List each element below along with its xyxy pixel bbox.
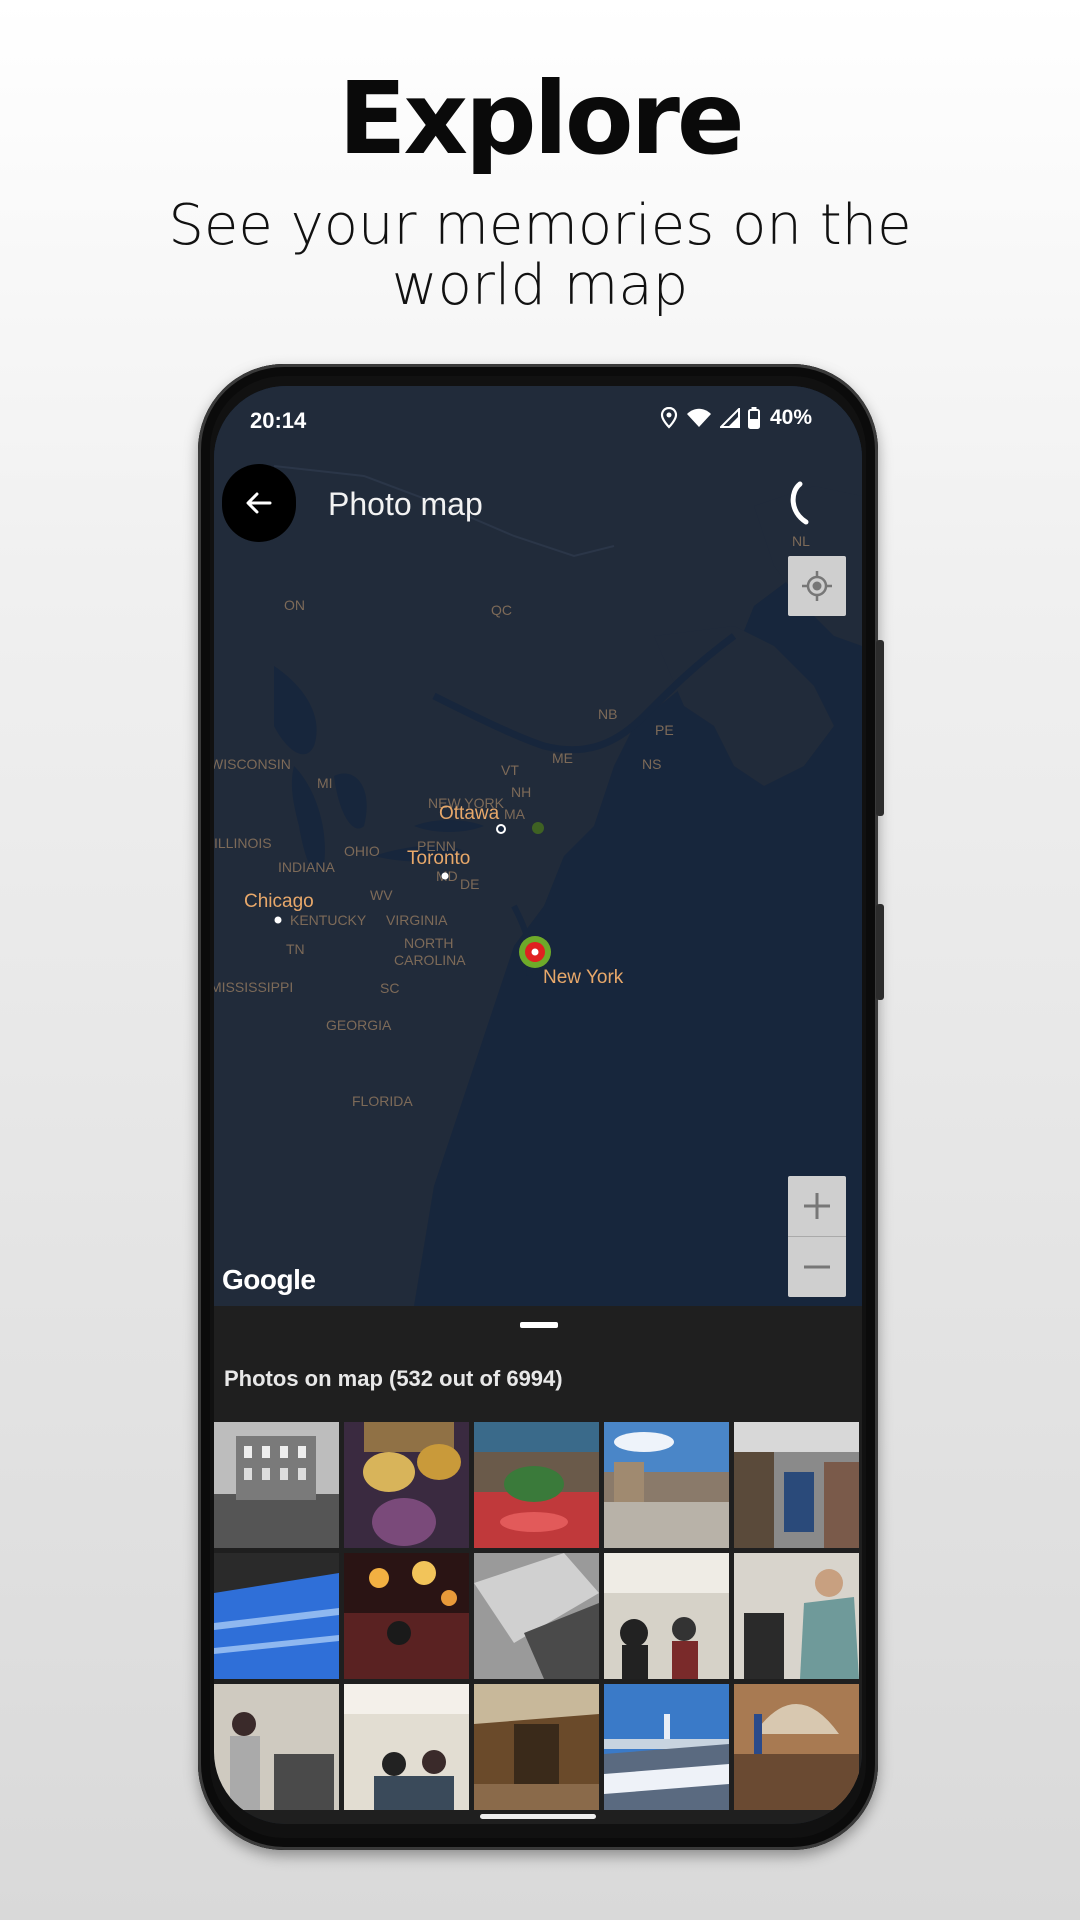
battery-icon (747, 407, 760, 429)
city-label-new-york: New York (543, 967, 624, 988)
photo-cluster-dot[interactable] (532, 822, 544, 834)
power-button (876, 640, 884, 816)
region-label: PE (655, 722, 674, 738)
photo-thumbnail[interactable] (604, 1422, 729, 1548)
region-label: CAROLINA (394, 952, 466, 968)
toronto-dot (441, 872, 449, 880)
region-label: ON (284, 597, 305, 613)
promo-subline: See your memories on the world map (168, 193, 912, 318)
region-label: OHIO (344, 843, 380, 859)
photo-image (344, 1684, 469, 1810)
city-label-ottawa: Ottawa (439, 803, 500, 824)
photo-image (474, 1553, 599, 1679)
region-label: WV (370, 887, 393, 903)
region-label: ILLINOIS (214, 835, 272, 851)
back-button[interactable] (222, 464, 296, 542)
photo-image (604, 1422, 729, 1548)
region-label: QC (491, 602, 512, 618)
photo-image (344, 1422, 469, 1548)
signal-icon (719, 408, 740, 428)
photo-thumbnail[interactable] (734, 1684, 859, 1810)
my-location-button[interactable] (788, 556, 846, 616)
crosshair-icon (802, 571, 832, 601)
zoom-in-button[interactable] (788, 1176, 846, 1237)
photo-image (734, 1684, 859, 1810)
photo-thumbnail[interactable] (344, 1553, 469, 1679)
sheet-drag-handle[interactable] (520, 1322, 558, 1328)
region-label: NS (642, 756, 661, 772)
photo-thumbnail[interactable] (734, 1422, 859, 1548)
minus-icon (804, 1265, 830, 1269)
status-icons: 40% (660, 406, 812, 430)
photo-thumbnail[interactable] (474, 1553, 599, 1679)
photo-image (474, 1684, 599, 1810)
promo-headline: Explore (338, 60, 745, 177)
region-label: NB (598, 706, 617, 722)
photo-thumbnail[interactable] (214, 1422, 339, 1548)
region-label: ME (552, 750, 573, 766)
status-bar: 20:14 40% (214, 386, 862, 456)
photos-count-title: Photos on map (532 out of 6994) (224, 1366, 563, 1391)
city-label-toronto: Toronto (407, 848, 470, 869)
photo-image (214, 1422, 339, 1548)
photo-thumbnail[interactable] (344, 1684, 469, 1810)
google-attribution: Google (222, 1264, 316, 1295)
photo-thumbnail[interactable] (474, 1684, 599, 1810)
battery-percentage: 40% (769, 406, 812, 429)
photo-thumbnail[interactable] (734, 1553, 859, 1679)
chicago-dot (274, 916, 282, 924)
loading-spinner-icon (790, 481, 809, 525)
region-label: MI (317, 775, 333, 791)
region-label: SC (380, 980, 399, 996)
photo-thumbnail[interactable] (604, 1684, 729, 1810)
region-label: NORTH (404, 935, 454, 951)
photo-image (734, 1553, 859, 1679)
region-label: WISCONSIN (214, 756, 291, 772)
ottawa-dot (496, 824, 506, 834)
location-icon (660, 407, 678, 429)
phone-frame: ON QC NL NB PE NS ME VT NH MA WISCONSIN MI NEW YORK I… (198, 364, 884, 1850)
wifi-icon (686, 408, 711, 427)
region-label: INDIANA (278, 859, 335, 875)
region-label: VT (501, 762, 519, 778)
region-label: DE (460, 876, 479, 892)
back-arrow-icon (246, 492, 272, 514)
city-label-chicago: Chicago (244, 891, 314, 912)
region-label: KENTUCKY (290, 912, 367, 928)
photo-thumbnail[interactable] (214, 1553, 339, 1679)
phone-screen: ON QC NL NB PE NS ME VT NH MA WISCONSIN MI NEW YORK I… (214, 386, 862, 1824)
photo-thumbnail[interactable] (474, 1422, 599, 1548)
photo-image (344, 1553, 469, 1679)
volume-button (876, 904, 884, 1000)
region-label: GEORGIA (326, 1017, 392, 1033)
page-title: Photo map (328, 486, 483, 522)
photo-image (474, 1422, 599, 1548)
photo-image (214, 1684, 339, 1810)
photo-image (214, 1553, 339, 1679)
home-indicator[interactable] (480, 1814, 596, 1819)
status-time: 20:14 (250, 408, 307, 433)
region-label: MISSISSIPPI (214, 979, 293, 995)
photo-image (604, 1684, 729, 1810)
photo-image (604, 1553, 729, 1679)
map-view[interactable]: ON QC NL NB PE NS ME VT NH MA WISCONSIN MI NEW YORK I… (214, 386, 862, 1306)
region-label: TN (286, 941, 305, 957)
region-label: VIRGINIA (386, 912, 448, 928)
plus-icon (804, 1193, 830, 1219)
region-label: FLORIDA (352, 1093, 413, 1109)
zoom-out-button[interactable] (788, 1237, 846, 1297)
new-york-marker-center (531, 948, 539, 956)
region-label: NH (511, 784, 531, 800)
photo-image (734, 1422, 859, 1548)
photo-thumbnail[interactable] (344, 1422, 469, 1548)
photo-thumbnail[interactable] (604, 1553, 729, 1679)
app-bar: Photo map (214, 458, 862, 558)
photo-thumbnail[interactable] (214, 1684, 339, 1810)
region-label: MA (504, 806, 526, 822)
photos-bottom-sheet: Photos on map (532 out of 6994) (214, 1306, 862, 1824)
